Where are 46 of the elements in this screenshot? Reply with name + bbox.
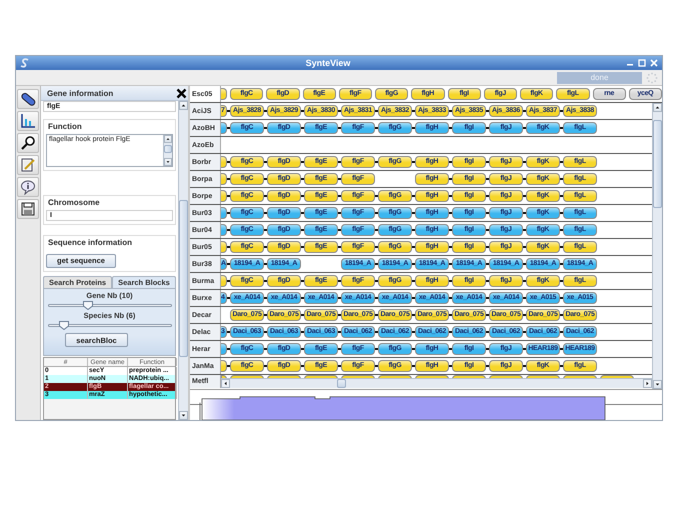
scrollbar-thumb[interactable] [653,120,662,208]
app-icon [20,58,30,68]
scrollbar-thumb[interactable] [337,379,346,388]
capsule-icon [20,91,36,107]
tool-button[interactable] [17,133,39,153]
scroll-up-button[interactable] [653,103,662,112]
close-icon[interactable] [176,88,187,98]
panel-title: Gene information [47,88,114,98]
scroll-down-button[interactable] [164,158,172,166]
search-icon [20,135,36,151]
group-title: Sequence information [48,238,134,247]
scroll-up-button[interactable] [164,135,172,143]
scroll-right-button[interactable] [643,379,652,388]
gene-block[interactable] [221,343,227,355]
scroll-up-button[interactable] [179,101,188,110]
window-title: SynteView [304,58,352,68]
info-bubble-icon [20,179,36,195]
gene-block[interactable] [221,207,227,219]
scrollbar-thumb[interactable] [164,144,172,153]
gene-block[interactable] [221,275,227,287]
gene-block[interactable] [221,190,227,202]
notepad-icon [20,157,36,173]
gene-block[interactable] [221,122,227,134]
tool-button[interactable] [17,155,39,175]
tool-button[interactable] [17,199,39,219]
gene-block[interactable] [221,156,227,168]
gene-block[interactable] [221,88,227,100]
slider-thumb[interactable] [83,301,94,310]
scrollbar-thumb[interactable] [179,200,188,357]
group-title: Chromosome [48,198,101,207]
gene-block[interactable] [221,241,227,253]
spinner-icon [646,72,658,84]
tool-button[interactable] [17,111,39,131]
gene-block[interactable] [221,224,227,236]
gene-block[interactable] [221,173,227,185]
scroll-left-button[interactable] [221,379,230,388]
scroll-down-button[interactable] [179,411,188,420]
gene-block[interactable] [221,360,227,372]
tool-button[interactable] [17,89,39,109]
chart-icon [20,113,36,129]
tool-button[interactable] [17,177,39,197]
maximize-icon[interactable] [638,59,646,67]
status-field: done [557,72,642,84]
scroll-down-button[interactable] [653,380,662,389]
group-title: Function [48,122,83,131]
slider-thumb[interactable] [58,321,69,330]
